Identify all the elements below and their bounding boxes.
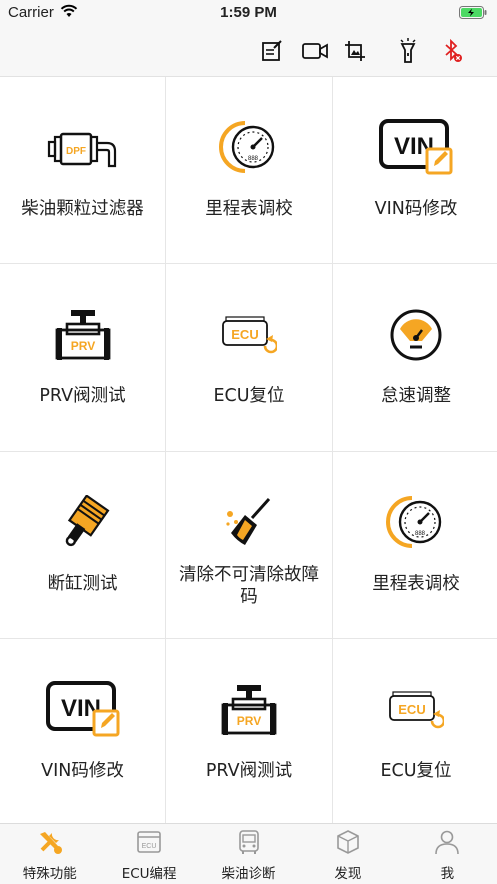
vin-edit-icon: VIN xyxy=(333,113,497,183)
function-label: 怠速调整 xyxy=(381,386,451,406)
crop-image-icon[interactable] xyxy=(342,38,368,64)
svg-text:PRV: PRV xyxy=(237,714,261,728)
odometer-icon: 888 xyxy=(166,113,332,183)
function-label: ECU复位 xyxy=(213,386,285,406)
idle-speed-icon xyxy=(333,300,497,370)
top-toolbar xyxy=(0,26,497,77)
tab-label: 柴油诊断 xyxy=(221,866,276,882)
svg-text:888: 888 xyxy=(415,531,426,537)
clear-broom-icon xyxy=(166,488,332,558)
flashlight-icon[interactable] xyxy=(395,38,421,64)
function-cell[interactable]: VIN VIN码修改 xyxy=(0,639,165,826)
svg-text:ECU: ECU xyxy=(398,702,425,717)
tab-tools[interactable]: 特殊功能 xyxy=(0,824,99,884)
prv-valve-icon: PRV xyxy=(166,675,332,745)
ecu-reset-icon: ECU xyxy=(166,300,332,370)
svg-text:DPF: DPF xyxy=(66,146,86,157)
tab-label: 我 xyxy=(440,866,455,882)
function-label: 里程表调校 xyxy=(372,574,460,594)
function-cell[interactable]: PRV PRV阀测试 xyxy=(0,264,165,451)
status-bar: Carrier 1:59 PM xyxy=(0,0,497,26)
svg-text:ECU: ECU xyxy=(231,327,258,342)
tools-icon xyxy=(0,828,99,856)
tab-ecu-chip[interactable]: ECU ECU编程 xyxy=(99,824,198,884)
function-label: 清除不可清除故障码 xyxy=(179,565,319,607)
odometer-icon: 888 xyxy=(333,488,497,558)
function-cell[interactable]: 怠速调整 xyxy=(333,264,497,451)
function-label: VIN码修改 xyxy=(374,199,458,219)
function-label: PRV阀测试 xyxy=(205,761,293,781)
tab-cube[interactable]: 发现 xyxy=(298,824,397,884)
tab-label: ECU编程 xyxy=(121,866,177,882)
function-label: 里程表调校 xyxy=(205,199,293,219)
function-cell[interactable]: VIN VIN码修改 xyxy=(333,77,497,263)
tab-label: 发现 xyxy=(334,866,362,882)
bus-icon xyxy=(199,828,298,856)
ecu-chip-icon: ECU xyxy=(99,828,198,856)
function-label: ECU复位 xyxy=(380,761,452,781)
battery-icon xyxy=(459,6,487,24)
function-label: 柴油颗粒过滤器 xyxy=(21,199,144,219)
function-cell[interactable]: ECU ECU复位 xyxy=(333,639,497,826)
edit-note-icon[interactable] xyxy=(259,38,285,64)
ecu-reset-icon: ECU xyxy=(333,675,497,745)
function-label: VIN码修改 xyxy=(41,761,124,781)
function-cell[interactable]: 888 里程表调校 xyxy=(166,77,332,263)
bluetooth-disconnected-icon[interactable] xyxy=(440,38,466,64)
clock: 1:59 PM xyxy=(220,4,277,21)
function-cell[interactable]: ECU ECU复位 xyxy=(166,264,332,451)
svg-text:888: 888 xyxy=(248,156,259,162)
vin-edit-icon: VIN xyxy=(0,675,165,745)
tab-label: 特殊功能 xyxy=(22,866,77,882)
function-grid: DPF 柴油颗粒过滤器 888 里程表调校 VIN VIN码修改 PRV PRV… xyxy=(0,77,497,826)
function-label: PRV阀测试 xyxy=(39,386,126,406)
function-cell[interactable]: PRV PRV阀测试 xyxy=(166,639,332,826)
svg-text:ECU: ECU xyxy=(142,843,157,850)
dpf-filter-icon: DPF xyxy=(0,113,165,183)
function-cell[interactable]: 清除不可清除故障码 xyxy=(166,452,332,638)
tab-user[interactable]: 我 xyxy=(398,824,497,884)
function-cell[interactable]: 888 里程表调校 xyxy=(333,452,497,638)
tab-bar: 特殊功能 ECU ECU编程 柴油诊断 发现 我 xyxy=(0,823,497,884)
function-cell[interactable]: DPF 柴油颗粒过滤器 xyxy=(0,77,165,263)
function-cell[interactable]: 断缸测试 xyxy=(0,452,165,638)
prv-valve-icon: PRV xyxy=(0,300,165,370)
cube-icon xyxy=(298,828,397,856)
user-icon xyxy=(398,828,497,856)
video-camera-icon[interactable] xyxy=(300,38,330,64)
svg-text:PRV: PRV xyxy=(70,339,94,353)
function-label: 断缸测试 xyxy=(47,574,118,594)
tab-bus[interactable]: 柴油诊断 xyxy=(199,824,298,884)
cylinder-cutoff-icon xyxy=(0,488,165,558)
